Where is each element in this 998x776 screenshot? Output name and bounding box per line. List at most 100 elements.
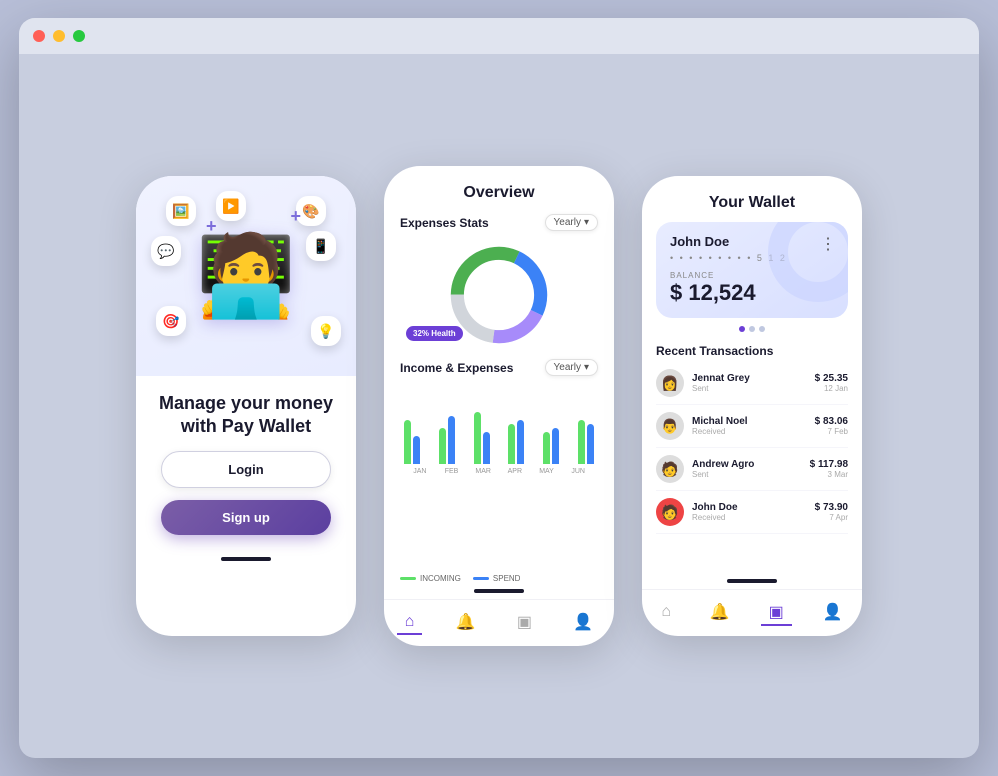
transaction-amount-2: $ 83.06 — [815, 416, 848, 427]
incoming-dot — [400, 577, 416, 580]
nav-wallet-icon[interactable]: ▣ — [509, 608, 540, 636]
wallet-title: Your Wallet — [642, 176, 862, 222]
transaction-info-2: Michal Noel Received — [692, 416, 807, 436]
illustration-area: 🖼️ ▶️ 🎨 💬 📱 🎯 💡 + + 🧑‍💻 — [136, 176, 356, 376]
bar-month-labels: JAN FEB MAR APR MAY JUN — [400, 464, 598, 475]
wallet-card: John Doe ⋮ • • • • • • • • • 5 1 2 BALAN… — [656, 222, 848, 318]
transaction-amount-4: $ 73.90 — [815, 502, 848, 513]
transaction-amount-1: $ 25.35 — [815, 373, 848, 384]
transaction-type-4: Received — [692, 513, 807, 522]
transaction-item-1: 👩 Jennat Grey Sent $ 25.35 12 Jan — [656, 362, 848, 405]
expenses-stats-header: Expenses Stats Yearly ▾ — [384, 210, 614, 235]
close-button[interactable] — [33, 30, 45, 42]
label-jan: JAN — [404, 468, 436, 475]
transaction-name-3: Andrew Agro — [692, 459, 802, 470]
transaction-date-4: 7 Apr — [815, 513, 848, 522]
transaction-item-4: 🧑 John Doe Received $ 73.90 7 Apr — [656, 491, 848, 534]
transaction-type-3: Sent — [692, 470, 802, 479]
expenses-stats-label: Expenses Stats — [400, 216, 489, 230]
transaction-name-4: John Doe — [692, 502, 807, 513]
browser-content: 🖼️ ▶️ 🎨 💬 📱 🎯 💡 + + 🧑‍💻 Manage your mone… — [19, 54, 979, 758]
bar-feb — [439, 416, 455, 464]
nav3-home-icon[interactable]: ⌂ — [653, 599, 679, 625]
transaction-type-1: Sent — [692, 384, 807, 393]
signup-button[interactable]: Sign up — [161, 500, 331, 535]
phone-wallet: Your Wallet John Doe ⋮ • • • • • • • • •… — [642, 176, 862, 636]
transaction-type-2: Received — [692, 427, 807, 436]
vr-figure: 🧑‍💻 — [196, 229, 296, 323]
transaction-amount-col-1: $ 25.35 12 Jan — [815, 373, 848, 393]
floating-icon-5: 📱 — [306, 231, 336, 261]
income-expenses-header: Income & Expenses Yearly ▾ — [384, 355, 614, 380]
transaction-date-1: 12 Jan — [815, 384, 848, 393]
minimize-button[interactable] — [53, 30, 65, 42]
income-yearly-dropdown[interactable]: Yearly ▾ — [545, 359, 598, 376]
spend-dot — [473, 577, 489, 580]
bottom-nav-3: ⌂ 🔔 ▣ 👤 — [642, 589, 862, 636]
transaction-amount-3: $ 117.98 — [810, 459, 848, 470]
browser-window: 🖼️ ▶️ 🎨 💬 📱 🎯 💡 + + 🧑‍💻 Manage your mone… — [19, 18, 979, 758]
label-may: MAY — [531, 468, 563, 475]
bar-chart — [400, 384, 598, 464]
home-indicator-3 — [727, 579, 777, 583]
donut-health-label: 32% Health — [406, 326, 463, 341]
home-indicator-1 — [221, 557, 271, 561]
bar-apr — [508, 420, 524, 464]
bar-chart-container: JAN FEB MAR APR MAY JUN — [384, 380, 614, 568]
transaction-info-3: Andrew Agro Sent — [692, 459, 802, 479]
phone-login: 🖼️ ▶️ 🎨 💬 📱 🎯 💡 + + 🧑‍💻 Manage your mone… — [136, 176, 356, 636]
recent-transactions-label: Recent Transactions — [642, 338, 862, 362]
nav3-bell-icon[interactable]: 🔔 — [702, 598, 738, 626]
transaction-amount-col-2: $ 83.06 7 Feb — [815, 416, 848, 436]
income-expenses-label: Income & Expenses — [400, 361, 513, 375]
transaction-amount-col-3: $ 117.98 3 Mar — [810, 459, 848, 479]
dot-3[interactable] — [759, 326, 765, 332]
transaction-item-2: 👨 Michal Noel Received $ 83.06 7 Feb — [656, 405, 848, 448]
phone-overview: Overview Expenses Stats Yearly ▾ — [384, 166, 614, 646]
bar-jan — [404, 420, 420, 464]
fullscreen-button[interactable] — [73, 30, 85, 42]
nav-person-icon[interactable]: 👤 — [565, 608, 601, 636]
card-pagination — [642, 326, 862, 332]
transaction-item-3: 🧑 Andrew Agro Sent $ 117.98 3 Mar — [656, 448, 848, 491]
overview-title: Overview — [384, 166, 614, 210]
browser-titlebar — [19, 18, 979, 54]
transaction-date-3: 3 Mar — [810, 470, 848, 479]
legend-spend: SPEND — [473, 574, 521, 583]
label-jun: JUN — [562, 468, 594, 475]
transaction-info-1: Jennat Grey Sent — [692, 373, 807, 393]
transaction-name-1: Jennat Grey — [692, 373, 807, 384]
card-menu-button[interactable]: ⋮ — [820, 234, 836, 254]
donut-chart-container: 32% Health — [384, 235, 614, 355]
bottom-nav-2: ⌂ 🔔 ▣ 👤 — [384, 599, 614, 646]
floating-icon-2: ▶️ — [216, 191, 246, 221]
transaction-name-2: Michal Noel — [692, 416, 807, 427]
floating-icon-1: 🖼️ — [166, 196, 196, 226]
transaction-list: 👩 Jennat Grey Sent $ 25.35 12 Jan 👨 Mich… — [642, 362, 862, 577]
avatar-2: 👨 — [656, 412, 684, 440]
bar-may — [543, 428, 559, 464]
transaction-amount-col-4: $ 73.90 7 Apr — [815, 502, 848, 522]
login-button[interactable]: Login — [161, 451, 331, 488]
label-apr: APR — [499, 468, 531, 475]
plus-decoration-2: + — [290, 206, 301, 227]
floating-icon-6: 🎯 — [156, 306, 186, 336]
transaction-date-2: 7 Feb — [815, 427, 848, 436]
label-feb: FEB — [436, 468, 468, 475]
nav-home-icon[interactable]: ⌂ — [397, 609, 423, 635]
legend-incoming: INCOMING — [400, 574, 461, 583]
bar-jun — [578, 420, 594, 464]
transaction-info-4: John Doe Received — [692, 502, 807, 522]
bar-mar — [474, 412, 490, 464]
avatar-3: 🧑 — [656, 455, 684, 483]
avatar-1: 👩 — [656, 369, 684, 397]
nav3-person-icon[interactable]: 👤 — [815, 598, 851, 626]
nav3-wallet-icon[interactable]: ▣ — [761, 598, 792, 626]
nav-bell-icon[interactable]: 🔔 — [448, 608, 484, 636]
dot-2[interactable] — [749, 326, 755, 332]
chart-legend: INCOMING SPEND — [384, 568, 614, 587]
yearly-dropdown[interactable]: Yearly ▾ — [545, 214, 598, 231]
phone1-content-area: Manage your money with Pay Wallet Login … — [136, 376, 356, 551]
home-indicator-2 — [474, 589, 524, 593]
dot-1[interactable] — [739, 326, 745, 332]
